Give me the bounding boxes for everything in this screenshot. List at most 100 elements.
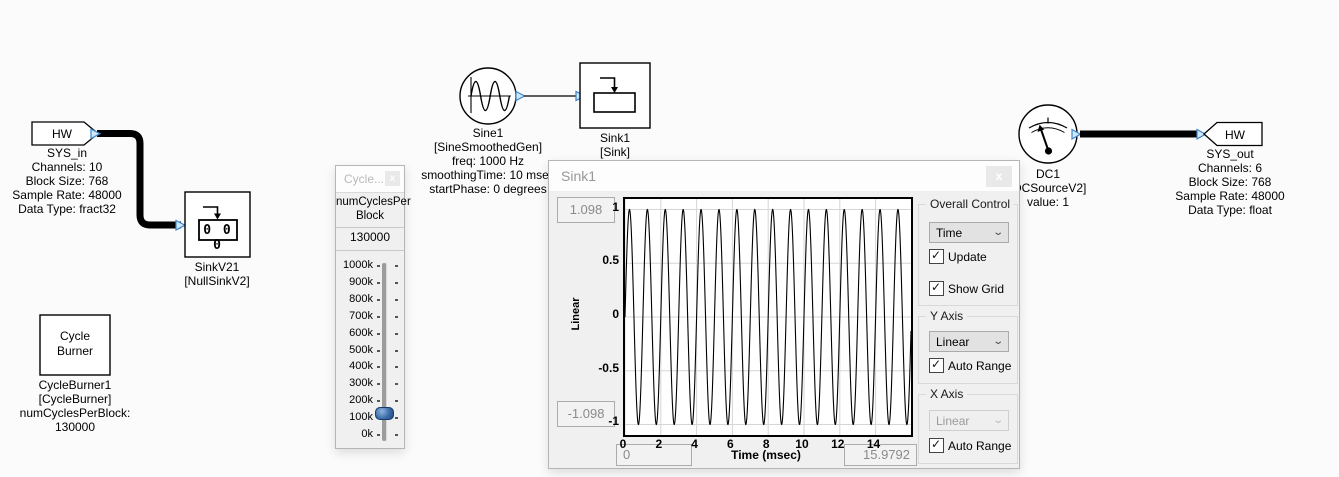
- slider-scale-label: 0k: [336, 428, 373, 440]
- sys-out-port-label: HW: [1209, 128, 1261, 142]
- sink1-window-titlebar[interactable]: Sink1 x: [549, 161, 1019, 191]
- x-tick-label: 0: [611, 437, 635, 451]
- sys-in-port-label: HW: [32, 127, 92, 141]
- x-axis-group: X Axis Linear ⌄ ✓ Auto Range: [918, 394, 1018, 464]
- panel-titlebar[interactable]: Cycle... x: [336, 166, 404, 193]
- sinkv21-label: SinkV21 [NullSinkV2]: [152, 260, 282, 288]
- cycle-burner-body-text: Cycle Burner: [40, 329, 110, 359]
- tick-mark-icon: [377, 434, 380, 436]
- x-auto-range-row[interactable]: ✓ Auto Range: [929, 438, 1011, 453]
- panel-title: Cycle...: [344, 172, 384, 186]
- slider-scale-label: 800k: [336, 293, 373, 305]
- slider-scale-label: 400k: [336, 360, 373, 372]
- slider-scale-label: 600k: [336, 327, 373, 339]
- overall-control-group: Overall Control Time ⌄ ✓ Update ✓ Show G…: [918, 204, 1018, 306]
- x-axis-group-label: X Axis: [926, 387, 967, 401]
- y-auto-range-checkbox[interactable]: ✓: [929, 358, 944, 373]
- sys-in-label: SYS_in Channels: 10 Block Size: 768 Samp…: [0, 146, 137, 216]
- overall-control-dropdown[interactable]: Time ⌄: [929, 222, 1009, 243]
- update-checkbox-row[interactable]: ✓ Update: [929, 249, 987, 264]
- sine1-label: Sine1 [SineSmoothedGen] freq: 1000 Hz sm…: [408, 126, 568, 196]
- tick-mark-icon: [377, 333, 380, 335]
- tick-mark-icon: [395, 350, 398, 352]
- tick-mark-icon: [377, 316, 380, 318]
- cycle-burner-label: CycleBurner1 [CycleBurner] numCyclesPerB…: [0, 378, 150, 434]
- chevron-down-icon: ⌄: [992, 227, 1004, 238]
- y-tick-label: 1: [587, 200, 619, 214]
- y-auto-range-row[interactable]: ✓ Auto Range: [929, 358, 1011, 373]
- slider-thumb[interactable]: [375, 407, 394, 420]
- x-tick-label: 14: [862, 437, 886, 451]
- tick-mark-icon: [377, 400, 380, 402]
- sinkv21-display-value: 0 0 0: [199, 223, 237, 253]
- y-axis-scale-label: Linear: [570, 283, 582, 345]
- show-grid-checkbox-row[interactable]: ✓ Show Grid: [929, 281, 1004, 296]
- x-tick-label: 10: [790, 437, 814, 451]
- panel-close-button[interactable]: x: [385, 171, 400, 186]
- tick-mark-icon: [395, 366, 398, 368]
- slider-scale-row: 0k: [336, 435, 404, 449]
- tick-mark-icon: [377, 350, 380, 352]
- tick-mark-icon: [395, 316, 398, 318]
- tick-mark-icon: [395, 434, 398, 436]
- chevron-down-icon: ⌄: [992, 415, 1004, 426]
- check-icon: ✓: [931, 357, 941, 371]
- chevron-down-icon: ⌄: [992, 336, 1004, 347]
- tick-mark-icon: [377, 299, 380, 301]
- slider-scale-label: 500k: [336, 344, 373, 356]
- x-axis-dropdown: Linear ⌄: [929, 410, 1009, 431]
- tick-mark-icon: [395, 265, 398, 267]
- sink1-display-box-icon: [594, 93, 635, 112]
- y-tick-label: -0.5: [587, 361, 619, 375]
- tick-mark-icon: [395, 333, 398, 335]
- tick-mark-icon: [395, 383, 398, 385]
- slider-scale-label: 900k: [336, 276, 373, 288]
- x-tick-label: 12: [826, 437, 850, 451]
- tick-mark-icon: [395, 400, 398, 402]
- check-icon: ✓: [931, 437, 941, 451]
- x-tick-label: 8: [754, 437, 778, 451]
- param-name-label: numCyclesPer Block: [336, 195, 404, 223]
- divider: [336, 227, 404, 228]
- meter-pivot-icon: [1045, 147, 1052, 154]
- x-tick-label: 4: [683, 437, 707, 451]
- y-tick-label: -1: [587, 414, 619, 428]
- y-axis-group: Y Axis Linear ⌄ ✓ Auto Range: [918, 316, 1018, 384]
- tick-mark-icon: [395, 282, 398, 284]
- sink1-window: Sink1 x 1.098 -1.098 Linear 0 15.9792 Ti…: [548, 160, 1020, 469]
- tick-mark-icon: [377, 383, 380, 385]
- x-tick-label: 6: [718, 437, 742, 451]
- scope-plot: [623, 197, 913, 437]
- slider-scale-label: 1000k: [336, 259, 373, 271]
- tick-mark-icon: [377, 282, 380, 284]
- y-tick-label: 0: [587, 307, 619, 321]
- slider-scale-label: 200k: [336, 394, 373, 406]
- check-icon: ✓: [931, 248, 941, 262]
- y-axis-dropdown[interactable]: Linear ⌄: [929, 331, 1009, 352]
- x-auto-range-checkbox[interactable]: ✓: [929, 438, 944, 453]
- sink1-window-close-button[interactable]: x: [986, 166, 1012, 187]
- slider-scale-label: 700k: [336, 310, 373, 322]
- sys-out-label: SYS_out Channels: 6 Block Size: 768 Samp…: [1160, 147, 1300, 217]
- show-grid-checkbox[interactable]: ✓: [929, 281, 944, 296]
- sine-waveform-plot: [625, 199, 911, 435]
- update-checkbox[interactable]: ✓: [929, 249, 944, 264]
- divider: [336, 250, 404, 251]
- tick-mark-icon: [377, 265, 380, 267]
- sink1-label: Sink1 [Sink]: [555, 131, 675, 159]
- slider-scale-label: 100k: [336, 411, 373, 423]
- y-axis-group-label: Y Axis: [926, 309, 967, 323]
- y-tick-label: 0.5: [587, 253, 619, 267]
- tick-mark-icon: [377, 366, 380, 368]
- x-tick-label: 2: [647, 437, 671, 451]
- cycle-burner-inspector-panel: Cycle... x numCyclesPer Block 130000 100…: [335, 165, 405, 449]
- slider-scale-label: 300k: [336, 377, 373, 389]
- check-icon: ✓: [931, 280, 941, 294]
- tick-mark-icon: [395, 417, 398, 419]
- overall-control-group-label: Overall Control: [926, 197, 1014, 211]
- tick-mark-icon: [395, 299, 398, 301]
- sine1-output-port-icon[interactable]: [516, 92, 525, 101]
- sys-out-name: SYS_out: [1160, 147, 1300, 161]
- param-value: 130000: [336, 230, 404, 244]
- sink1-window-title: Sink1: [561, 168, 596, 184]
